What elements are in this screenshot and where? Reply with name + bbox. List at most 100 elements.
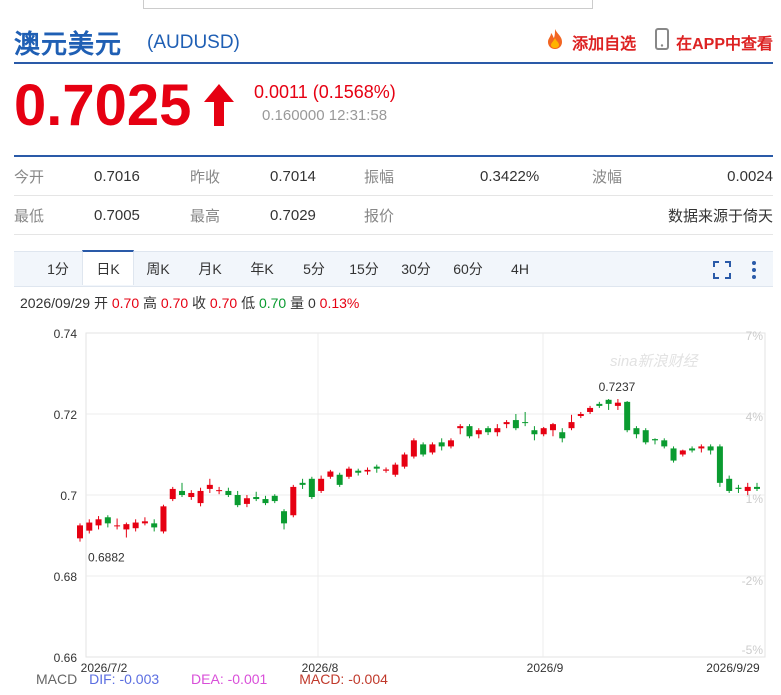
candle-body (234, 495, 241, 506)
fullscreen-icon[interactable] (710, 252, 734, 286)
pct-change: 0.13% (319, 295, 360, 311)
watermark: sina新浪财经 (610, 353, 700, 370)
candle-body (308, 478, 315, 498)
candle-body (744, 486, 751, 491)
low-value: 0.70 (258, 295, 287, 311)
candle-body (141, 521, 148, 524)
candle-body (494, 428, 501, 433)
stat-label: 报价 (364, 207, 395, 225)
more-vertical-icon[interactable] (744, 252, 764, 286)
candle-body (670, 448, 677, 461)
candle-body (726, 478, 733, 491)
y-tick-label: 0.66 (54, 651, 78, 665)
candle-body (642, 430, 649, 443)
candle-body (633, 428, 640, 435)
stats-row: 最低 0.7005 最高 0.7029 报价 数据来源于倚天 (14, 196, 773, 235)
symbol-code: (AUDUSD) (147, 32, 240, 53)
page-title: 澳元美元 (14, 29, 123, 59)
candle-body (243, 498, 250, 504)
candle-body (503, 422, 510, 425)
candle-body (522, 422, 529, 424)
up-arrow-icon (202, 82, 236, 133)
candle-body (77, 525, 83, 539)
stat-value: 0.0024 (727, 167, 773, 185)
candle-body (531, 430, 538, 435)
high-value: 0.70 (160, 295, 189, 311)
low-label: 低 (241, 295, 256, 311)
candle-body (447, 440, 454, 447)
candle-body (438, 442, 445, 447)
tab-30min[interactable]: 30分 (396, 252, 436, 286)
candle-body (661, 440, 668, 447)
candle-body (206, 484, 213, 489)
y-tick-label: 0.7 (60, 489, 77, 503)
add-watchlist-button[interactable]: 添加自选 (544, 28, 636, 55)
candle-body (577, 414, 584, 417)
stat-value: 0.7029 (270, 206, 316, 224)
ohlc-date: 2026/09/29 (20, 295, 91, 311)
candle-body (466, 426, 473, 437)
stat-label: 昨收 (190, 168, 221, 186)
candle-body (689, 448, 696, 451)
candle-body (123, 524, 130, 530)
top-tab-frame (143, 0, 593, 9)
tab-weekly[interactable]: 周K (138, 252, 178, 286)
candle-body (679, 450, 686, 455)
tab-1min[interactable]: 1分 (38, 252, 78, 286)
candle-body (364, 469, 371, 472)
x-tick-label: 2026/9 (527, 661, 564, 675)
tab-60min[interactable]: 60分 (448, 252, 488, 286)
stat-value: 0.7005 (94, 206, 140, 224)
candle-body (179, 490, 186, 495)
tab-monthly[interactable]: 月K (190, 252, 230, 286)
candle-body (197, 490, 204, 504)
candle-body (114, 525, 121, 527)
view-in-app-button[interactable]: 在APP中查看 (654, 28, 773, 55)
y2-tick-label: -5% (742, 643, 764, 657)
stat-label: 振幅 (364, 168, 395, 186)
stat-label: 波幅 (592, 168, 623, 186)
candle-body (587, 407, 594, 412)
high-label: 高 (143, 295, 157, 311)
candle-body (290, 486, 297, 516)
ohlc-readout: 2026/09/29 开 0.70 高 0.70 收 0.70 低 0.70 量… (20, 293, 359, 313)
candle-body (568, 422, 575, 429)
open-label: 开 (93, 295, 108, 311)
candlestick-chart[interactable]: 0.740.720.70.680.667%4%1%-2%-5%2026/7/2 2… (0, 320, 781, 692)
stat-label: 最高 (190, 207, 221, 225)
close-label: 收 (192, 295, 207, 311)
candle-body (345, 468, 352, 477)
candle-body (188, 492, 195, 498)
candle-body (392, 464, 399, 475)
tab-5min[interactable]: 5分 (294, 252, 334, 286)
macd-dif: DIF: -0.003 (89, 671, 160, 687)
candle-body (151, 523, 158, 528)
candle-body (735, 487, 742, 489)
candle-body (457, 426, 464, 429)
open-value: 0.70 (111, 295, 140, 311)
macd-readout: MACD DIF: -0.003 DEA: -0.001 MACD: -0.00… (36, 671, 388, 687)
stat-value: 0.7016 (94, 167, 140, 185)
stats-row: 今开 0.7016 昨收 0.7014 振幅 0.3422% 波幅 0.0024 (14, 157, 773, 196)
candle-body (420, 444, 427, 455)
header-actions: 添加自选 在APP中查看 (544, 28, 773, 55)
y2-tick-label: 1% (746, 492, 764, 506)
candle-body (281, 511, 288, 524)
tab-daily[interactable]: 日K (82, 250, 134, 285)
candle-body (401, 454, 408, 467)
y2-tick-label: 7% (746, 329, 764, 343)
candle-body (651, 439, 658, 441)
tab-4h[interactable]: 4H (502, 252, 538, 286)
candle-body (299, 482, 306, 485)
candle-body (540, 428, 547, 435)
fire-icon (544, 28, 566, 55)
candle-body (169, 488, 176, 500)
tab-15min[interactable]: 15分 (344, 252, 384, 286)
candle-body (549, 424, 556, 431)
period-tabs: 1分 日K 周K 月K 年K 5分 15分 30分 60分 4H (14, 250, 773, 287)
tab-yearly[interactable]: 年K (242, 252, 282, 286)
y-tick-label: 0.74 (54, 327, 78, 341)
y2-tick-label: 4% (746, 410, 764, 424)
candle-body (707, 446, 714, 451)
candle-body (327, 471, 334, 477)
